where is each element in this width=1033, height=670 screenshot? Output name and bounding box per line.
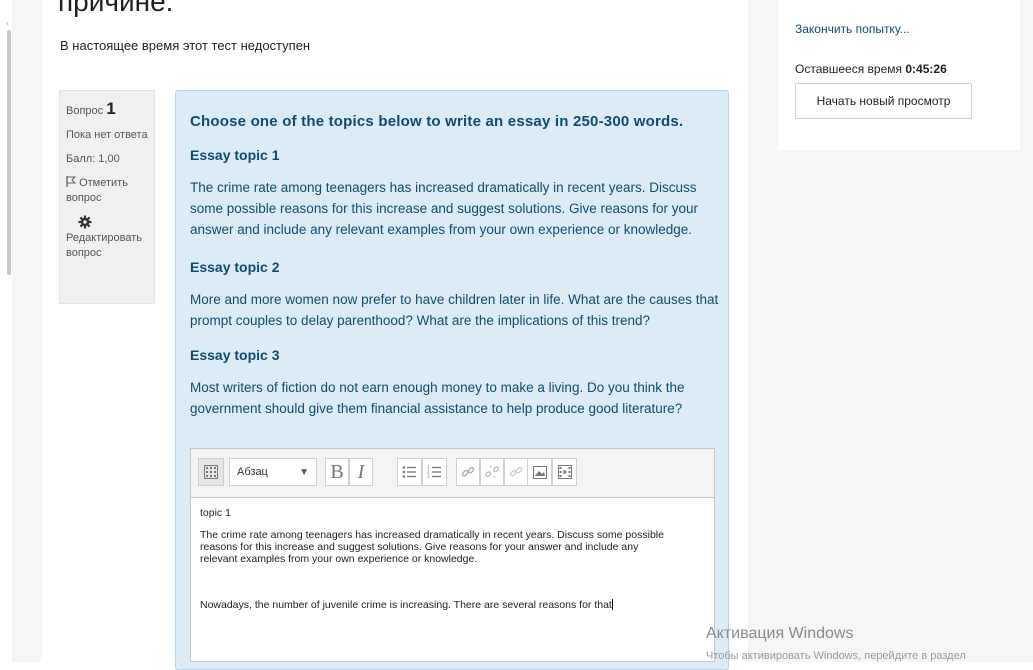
question-score: Балл: 1,00 (66, 153, 120, 165)
essay-topic-3-text: Most writers of fiction do not earn enou… (190, 377, 720, 419)
anchor-link-icon (509, 466, 523, 477)
time-remaining-label: Оставшееся время (795, 62, 903, 76)
essay-topic-2-line: More and more women now prefer to have c… (190, 292, 719, 307)
question-status: Пока нет ответа (66, 129, 148, 141)
windows-activation-subtitle: Чтобы активировать Windows, перейдите в … (706, 650, 966, 662)
flag-question-label: Отметить вопрос (66, 177, 128, 204)
insert-image-button[interactable] (527, 458, 552, 486)
editor-paragraph: The crime rate among teenagers has incre… (200, 529, 705, 565)
essay-topic-3-line: government should give them financial as… (190, 401, 683, 416)
unlink-icon (485, 465, 499, 479)
edit-question-link[interactable]: Редактировать вопрос (66, 215, 148, 261)
editor-text-area[interactable]: topic 1 The crime rate among teenagers h… (200, 507, 705, 621)
essay-editor: Абзац ▼ B I 123 topic 1 The crime rate a… (190, 448, 715, 662)
quiz-unavailable-notice: В настоящее время этот тест недоступен (60, 38, 311, 53)
question-label: Вопрос (66, 105, 104, 117)
editor-typed-text: Nowadays, the number of juvenile crime i… (200, 599, 705, 611)
numbered-list-button[interactable]: 123 (422, 458, 447, 486)
essay-topic-1-text: The crime rate among teenagers has incre… (190, 177, 720, 240)
grid-icon (204, 465, 218, 479)
editor-line: topic 1 (200, 507, 231, 519)
chevron-down-icon: ▼ (299, 466, 309, 478)
toolbar-toggle-button[interactable] (198, 458, 224, 486)
editor-paragraph-line: The crime rate among teenagers has incre… (200, 529, 664, 541)
paragraph-format-value: Абзац (237, 466, 268, 478)
page-title: причине. (58, 0, 174, 17)
paragraph-format-select[interactable]: Абзац ▼ (229, 458, 317, 486)
question-heading: Choose one of the topics below to write … (190, 113, 684, 130)
essay-topic-1-line: answer and include any relevant examples… (190, 222, 693, 237)
start-new-preview-button[interactable]: Начать новый просмотр (795, 83, 972, 119)
bullet-list-button[interactable] (397, 458, 422, 486)
edit-question-label: Редактировать вопрос (66, 232, 142, 259)
media-icon (557, 465, 572, 479)
bullet-list-icon (402, 466, 416, 478)
insert-media-button[interactable] (552, 458, 577, 486)
text-caret (611, 599, 613, 610)
essay-topic-2-title: Essay topic 2 (190, 259, 280, 275)
question-number: Вопрос 1 (66, 99, 148, 119)
question-number-value: 1 (106, 99, 116, 118)
flag-icon (66, 176, 76, 187)
essay-topic-1-title: Essay topic 1 (190, 147, 280, 163)
link-icon (461, 466, 475, 477)
svg-text:3: 3 (427, 474, 430, 479)
finish-attempt-link[interactable]: Закончить попытку... (795, 22, 910, 36)
bold-button[interactable]: B (325, 458, 349, 486)
quiz-navigation-sidebar: Закончить попытку... Оставшееся время 0:… (778, 0, 1020, 150)
scrollbar-thumb[interactable] (7, 30, 11, 275)
italic-button[interactable]: I (349, 458, 373, 486)
image-icon (532, 465, 547, 479)
scroll-arrow-icon[interactable]: ‹ (6, 18, 9, 28)
editor-typed-line: Nowadays, the number of juvenile crime i… (200, 599, 612, 611)
essay-topic-1-line: The crime rate among teenagers has incre… (190, 180, 697, 195)
editor-paragraph-line: reasons for this increase and suggest so… (200, 541, 639, 553)
essay-topic-2-text: More and more women now prefer to have c… (190, 289, 720, 331)
time-remaining-value: 0:45:26 (905, 62, 947, 76)
anchor-button[interactable] (504, 458, 528, 486)
windows-activation-title: Активация Windows (706, 625, 854, 642)
essay-topic-1-line: some possible reasons for this increase … (190, 201, 699, 216)
flag-question-link[interactable]: Отметить вопрос (66, 176, 148, 206)
essay-topic-3-title: Essay topic 3 (190, 347, 280, 363)
link-button[interactable] (456, 458, 480, 486)
question-info-panel: Вопрос 1 Пока нет ответа Балл: 1,00 Отме… (59, 90, 155, 304)
essay-topic-3-line: Most writers of fiction do not earn enou… (190, 380, 685, 395)
unlink-button[interactable] (480, 458, 504, 486)
essay-topic-2-line: prompt couples to delay parenthood? What… (190, 313, 651, 328)
editor-paragraph-line: relevant examples from your own experien… (200, 553, 478, 565)
time-remaining: Оставшееся время 0:45:26 (795, 62, 947, 76)
numbered-list-icon: 123 (427, 465, 441, 479)
gear-icon (78, 215, 92, 229)
editor-toolbar: Абзац ▼ B I 123 (191, 449, 714, 498)
